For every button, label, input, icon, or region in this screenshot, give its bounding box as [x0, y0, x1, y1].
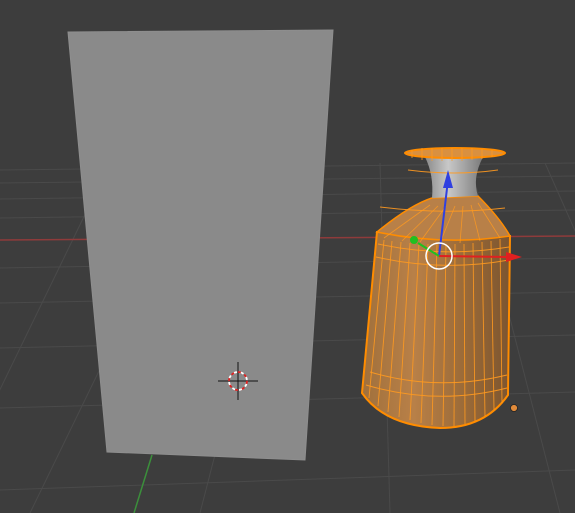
bottle-rim — [404, 147, 506, 159]
bottle-neck — [425, 157, 483, 198]
gizmo-y-handle-icon[interactable] — [410, 236, 418, 244]
light-origin-icon[interactable] — [510, 404, 518, 412]
plane-object[interactable] — [67, 29, 334, 461]
gizmo-x-axis[interactable] — [438, 255, 509, 258]
3d-viewport[interactable] — [0, 0, 575, 513]
